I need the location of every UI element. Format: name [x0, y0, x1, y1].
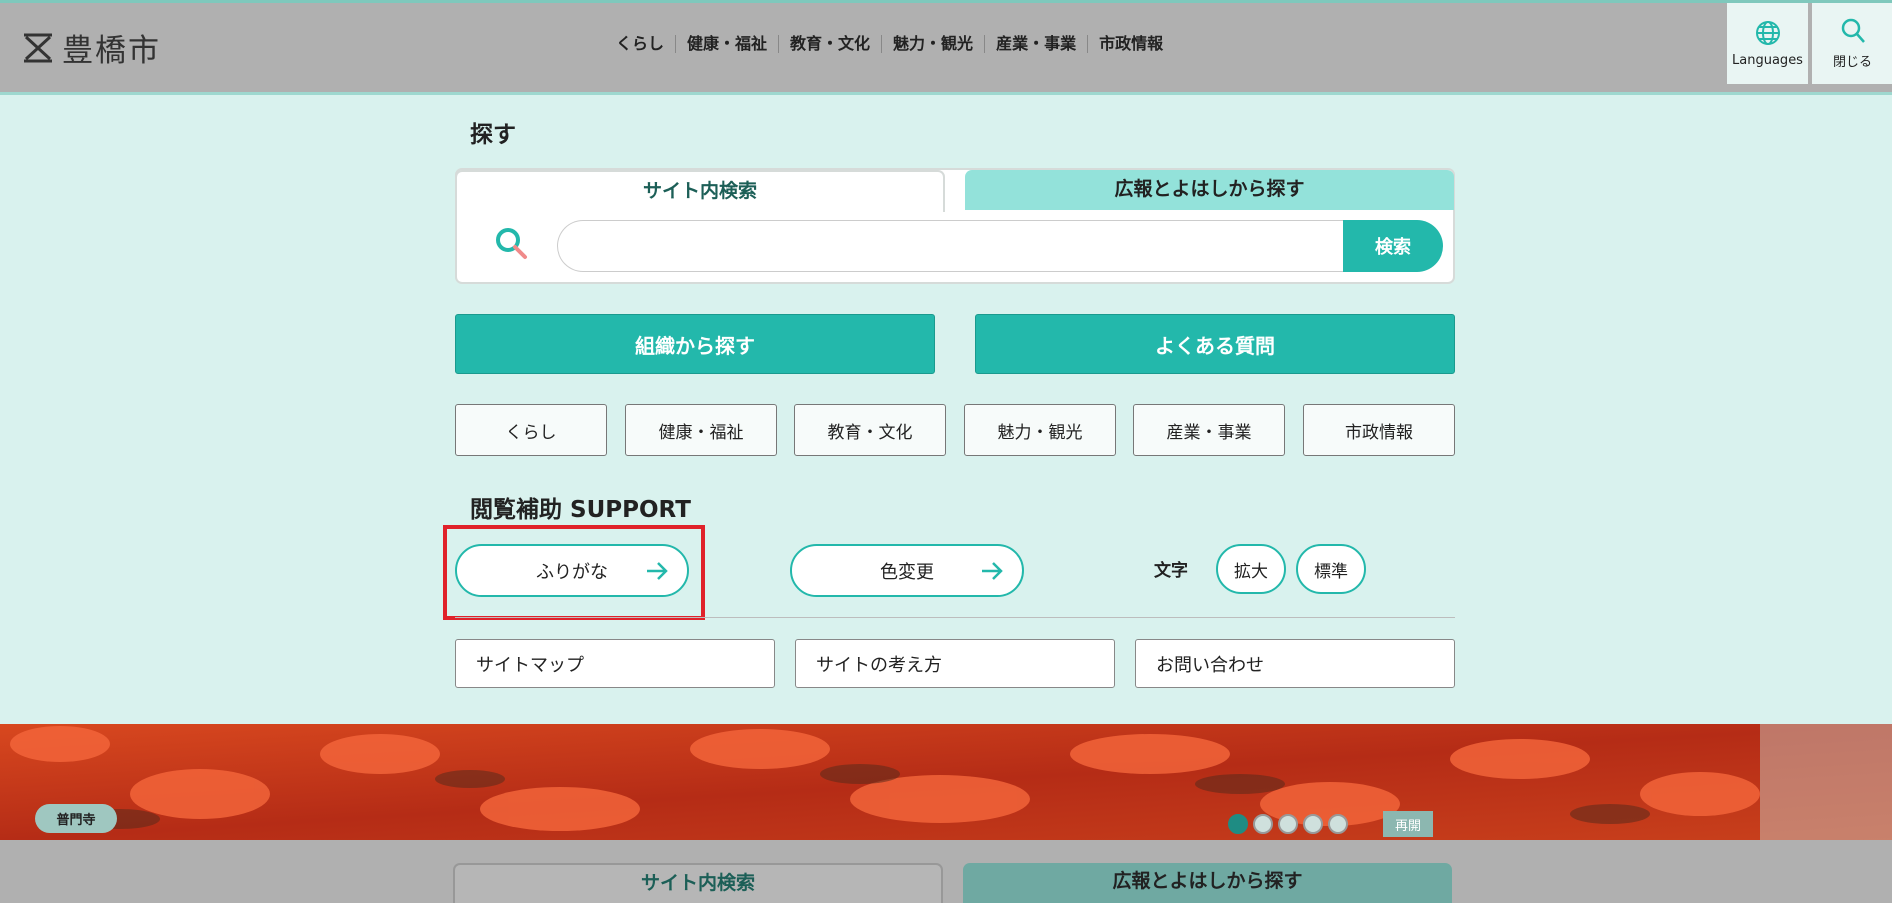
site-logo[interactable]: 豊橋市 — [22, 25, 161, 70]
bottom-overlay — [0, 840, 1892, 903]
category-health[interactable]: 健康・福祉 — [625, 404, 777, 456]
furigana-button[interactable]: ふりがな — [455, 544, 689, 597]
magnifier-icon — [494, 226, 530, 262]
search-submit-button[interactable]: 検索 — [1343, 220, 1443, 272]
text-standard-button[interactable]: 標準 — [1296, 544, 1366, 594]
search-icon — [1841, 18, 1865, 43]
globe-icon — [1755, 21, 1780, 45]
tab-site-search[interactable]: サイト内検索 — [455, 170, 945, 212]
slide-dot-4[interactable] — [1303, 814, 1323, 834]
category-industry[interactable]: 産業・事業 — [1133, 404, 1285, 456]
text-size-label: 文字 — [1154, 561, 1188, 581]
divider — [455, 617, 1455, 618]
category-government[interactable]: 市政情報 — [1303, 404, 1455, 456]
slide-dot-3[interactable] — [1278, 814, 1298, 834]
arrow-right-icon — [982, 562, 1003, 580]
arrow-right-icon — [647, 562, 668, 580]
slide-dot-2[interactable] — [1253, 814, 1273, 834]
city-emblem-icon — [24, 33, 52, 62]
tab-site-search-bottom[interactable]: サイト内検索 — [453, 863, 943, 903]
category-kurashi[interactable]: くらし — [455, 404, 607, 456]
site-policy-link[interactable]: サイトの考え方 — [795, 639, 1115, 688]
location-badge: 普門寺 — [35, 804, 117, 833]
slide-dot-5[interactable] — [1328, 814, 1348, 834]
nav-item-kurashi[interactable]: くらし — [605, 35, 675, 53]
global-nav: くらし 健康・福祉 教育・文化 魅力・観光 産業・事業 市政情報 — [605, 35, 1174, 53]
slideshow-replay-button[interactable]: 再開 — [1383, 811, 1433, 837]
color-change-label: 色変更 — [880, 561, 934, 583]
faq-button[interactable]: よくある質問 — [975, 314, 1455, 374]
nav-item-industry[interactable]: 産業・事業 — [984, 35, 1087, 53]
tab-kouhou-search[interactable]: 広報とよはしから探す — [965, 170, 1454, 210]
support-section-title: 閲覧補助 SUPPORT — [470, 497, 691, 523]
text-enlarge-button[interactable]: 拡大 — [1216, 544, 1286, 594]
close-search-button[interactable]: 閉じる — [1812, 3, 1892, 84]
hero-banner-image — [0, 724, 1892, 840]
search-section-title: 探す — [470, 122, 516, 148]
nav-item-education[interactable]: 教育・文化 — [778, 35, 881, 53]
search-by-organization-button[interactable]: 組織から探す — [455, 314, 935, 374]
search-input[interactable] — [557, 220, 1344, 272]
languages-button[interactable]: Languages — [1727, 3, 1808, 84]
furigana-label: ふりがな — [536, 561, 608, 583]
logo-text: 豊橋市 — [62, 33, 161, 69]
slide-dot-1[interactable] — [1228, 814, 1248, 834]
close-label: 閉じる — [1832, 55, 1872, 70]
color-change-button[interactable]: 色変更 — [790, 544, 1024, 597]
nav-item-health[interactable]: 健康・福祉 — [675, 35, 778, 53]
category-education[interactable]: 教育・文化 — [794, 404, 946, 456]
category-tourism[interactable]: 魅力・観光 — [964, 404, 1116, 456]
sitemap-link[interactable]: サイトマップ — [455, 639, 775, 688]
contact-link[interactable]: お問い合わせ — [1135, 639, 1455, 688]
nav-item-government[interactable]: 市政情報 — [1087, 35, 1174, 53]
nav-item-tourism[interactable]: 魅力・観光 — [881, 35, 984, 53]
languages-label: Languages — [1732, 53, 1803, 68]
site-header: 豊橋市 くらし 健康・福祉 教育・文化 魅力・観光 産業・事業 市政情報 Lan… — [0, 0, 1892, 95]
tab-kouhou-search-bottom[interactable]: 広報とよはしから探す — [963, 863, 1452, 903]
